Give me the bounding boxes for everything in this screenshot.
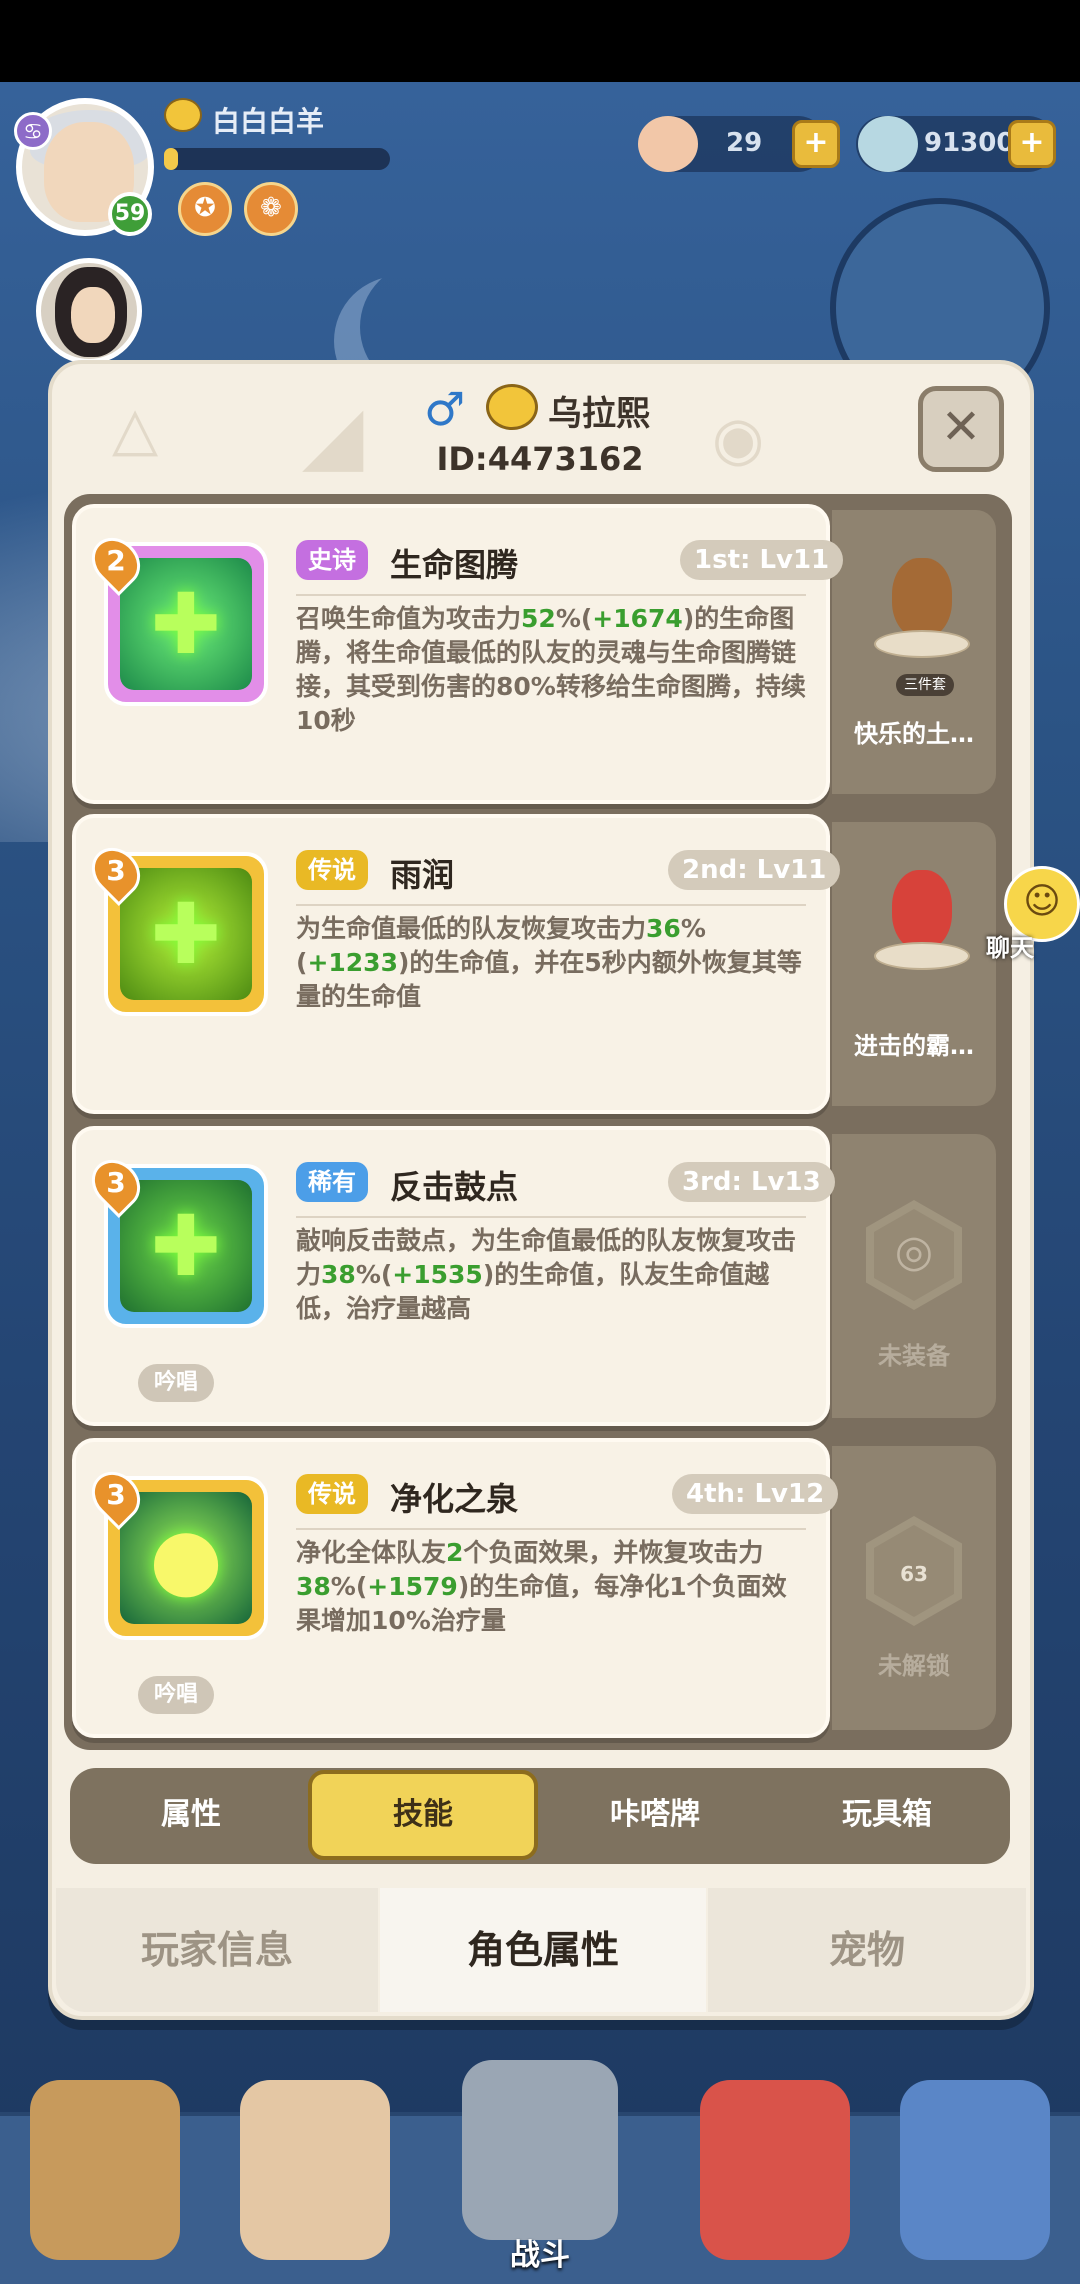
- achievement-medal-icon[interactable]: ❁: [244, 182, 298, 236]
- dino-figure-icon: [870, 860, 974, 970]
- tab-cards[interactable]: 咔嗒牌: [540, 1770, 770, 1860]
- nav-battle-label[interactable]: 战斗: [470, 2230, 610, 2274]
- skill-level: 3: [106, 854, 126, 887]
- skill-name: 生命图腾: [390, 546, 519, 584]
- equip-label-4: 未解锁: [878, 1652, 950, 1680]
- nav-character-2-icon[interactable]: [240, 2080, 390, 2260]
- skill-level: 3: [106, 1478, 126, 1511]
- exp-bar-fill: [164, 148, 178, 170]
- cast-tag: 吟唱: [138, 1364, 215, 1402]
- tab-toybox[interactable]: 玩具箱: [772, 1770, 1002, 1860]
- nav-battle-icon[interactable]: [462, 2060, 618, 2240]
- teammate-face: [71, 287, 115, 343]
- character-emoji-icon: [486, 384, 538, 430]
- pearl-icon: [858, 116, 918, 172]
- skill-level: 2: [106, 544, 126, 577]
- player-level-badge: 59: [108, 192, 152, 236]
- pearl-count: 91300: [924, 128, 1015, 158]
- player-name: 白白白羊: [212, 105, 325, 138]
- tab-skills[interactable]: 技能: [308, 1770, 538, 1860]
- skill-description: 净化全体队友2个负面效果，并恢复攻击力38%(+1579)的生命值，每净化1个负…: [296, 1538, 787, 1635]
- skill-description: 敲响反击鼓点，为生命值最低的队友恢复攻击力38%(+1535)的生命值，队友生命…: [296, 1226, 797, 1323]
- nav-character-1-icon[interactable]: [30, 2080, 180, 2260]
- skill-level: 3: [106, 1166, 126, 1199]
- skill-description: 为生命值最低的队友恢复攻击力36%(+1233)的生命值，并在5秒内额外恢复其等…: [296, 914, 802, 1011]
- rarity-badge: 稀有: [296, 1162, 368, 1202]
- zodiac-sign-icon: ♋: [14, 112, 52, 150]
- add-pearl-button[interactable]: +: [1008, 120, 1056, 168]
- skill-description: 召唤生命值为攻击力52%(+1674)的生命图腾，将生命值最低的队友的灵魂与生命…: [296, 604, 806, 735]
- exp-bar: [164, 148, 390, 170]
- divider: [296, 1216, 806, 1218]
- divider: [296, 1528, 806, 1530]
- slot-emblem-icon: ◎: [894, 1226, 934, 1277]
- equip-label-1: 快乐的土…: [854, 720, 974, 748]
- rarity-badge: 传说: [296, 850, 368, 890]
- divider: [296, 594, 806, 596]
- skill-name: 净化之泉: [390, 1480, 519, 1518]
- cast-tag: 吟唱: [138, 1676, 215, 1714]
- rarity-badge: 传说: [296, 1474, 368, 1514]
- skill-slot-level: 3rd: Lv13: [668, 1162, 835, 1202]
- character-name: 乌拉熙: [548, 394, 650, 434]
- skill-name: 雨润: [390, 856, 455, 894]
- tab-character-attributes[interactable]: 角色属性: [380, 1888, 706, 2012]
- lock-level: 63: [900, 1562, 928, 1586]
- player-emoji-icon: [164, 98, 202, 132]
- nav-guild-icon[interactable]: [900, 2080, 1050, 2260]
- set-label: 三件套: [896, 674, 954, 696]
- teammate-avatar[interactable]: [36, 258, 142, 364]
- equip-label-3: 未装备: [878, 1342, 950, 1370]
- skill-slot-level: 1st: Lv11: [680, 540, 844, 580]
- skill-slot-level: 4th: Lv12: [672, 1474, 839, 1514]
- title-medal-icon[interactable]: ✪: [178, 182, 232, 236]
- skill-slot-level: 2nd: Lv11: [668, 850, 841, 890]
- tab-attributes[interactable]: 属性: [76, 1770, 306, 1860]
- add-shell-button[interactable]: +: [792, 120, 840, 168]
- shell-icon: [638, 116, 698, 172]
- equip-label-2: 进击的霸…: [854, 1032, 974, 1060]
- close-button[interactable]: ✕: [918, 386, 1004, 472]
- divider: [296, 904, 806, 906]
- monkey-figure-icon: [870, 548, 974, 658]
- rarity-badge: 史诗: [296, 540, 368, 580]
- tab-pet[interactable]: 宠物: [708, 1888, 1026, 2012]
- skill-name: 反击鼓点: [390, 1168, 519, 1206]
- chat-label[interactable]: 聊天: [986, 928, 1034, 963]
- gender-male-icon: ♂: [424, 382, 466, 436]
- nav-pet-icon[interactable]: [700, 2080, 850, 2260]
- status-bar: [0, 0, 1080, 82]
- shell-count: 29: [726, 128, 763, 158]
- tab-player-info[interactable]: 玩家信息: [56, 1888, 378, 2012]
